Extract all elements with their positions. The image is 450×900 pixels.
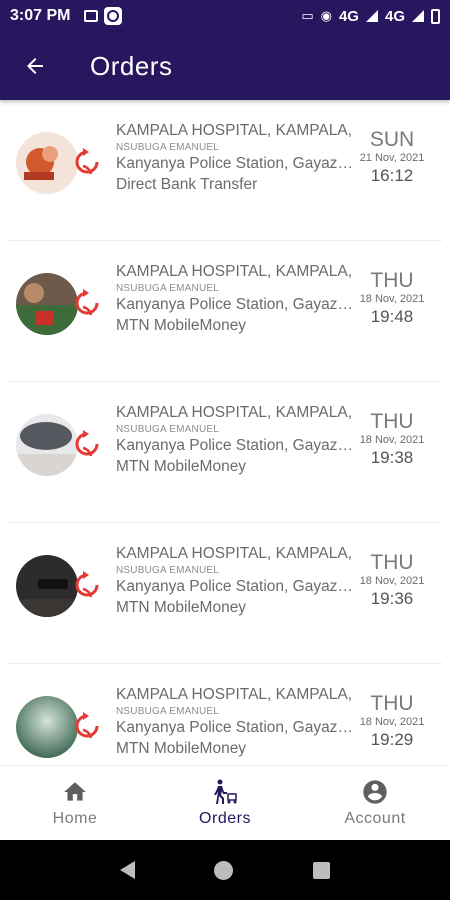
system-navigation-bar <box>0 840 450 900</box>
reorder-icon[interactable] <box>74 289 100 319</box>
order-payment: MTN MobileMoney <box>116 317 247 334</box>
order-datetime: THU 18 Nov, 2021 19:29 <box>352 692 432 750</box>
order-row[interactable]: KAMPALA HOSPITAL, KAMPALA, NSUBUGA EMANU… <box>8 100 442 241</box>
order-customer: NSUBUGA EMANUEL <box>116 565 220 576</box>
order-day: THU <box>370 551 414 574</box>
order-payment: MTN MobileMoney <box>116 458 247 475</box>
nav-home[interactable]: Home <box>0 766 150 840</box>
order-date: 18 Nov, 2021 <box>359 575 425 587</box>
order-date: 18 Nov, 2021 <box>359 434 425 446</box>
order-row[interactable]: KAMPALA HOSPITAL, KAMPALA, NSUBUGA EMANU… <box>8 664 442 765</box>
order-date: 21 Nov, 2021 <box>359 152 425 164</box>
system-back-icon[interactable] <box>119 861 135 879</box>
order-customer: NSUBUGA EMANUEL <box>116 142 220 153</box>
order-row[interactable]: KAMPALA HOSPITAL, KAMPALA, NSUBUGA EMANU… <box>8 241 442 382</box>
network-type-2: 4G <box>384 7 405 25</box>
delivery-person-icon <box>214 779 237 804</box>
nav-account[interactable]: Account <box>300 766 450 840</box>
order-destination: KAMPALA HOSPITAL, KAMPALA, <box>116 545 353 562</box>
order-time: 19:48 <box>370 307 414 326</box>
hotspot-icon: ◉ <box>320 8 332 23</box>
status-bar: 3:07 PM ▭ ◉ 4G 4G <box>0 0 450 32</box>
back-button[interactable] <box>0 32 70 100</box>
order-photo <box>16 555 78 617</box>
order-pickup: Kanyanya Police Station, Gayaza Road <box>116 578 356 595</box>
order-day: THU <box>370 410 414 433</box>
order-row[interactable]: KAMPALA HOSPITAL, KAMPALA, NSUBUGA EMANU… <box>8 382 442 523</box>
order-customer: NSUBUGA EMANUEL <box>116 706 220 717</box>
gallery-notification-icon <box>84 10 99 22</box>
app-notification-icon <box>104 7 123 25</box>
order-photo <box>16 696 78 758</box>
order-day: THU <box>370 269 414 292</box>
status-time: 3:07 PM <box>10 7 71 24</box>
order-day: THU <box>370 692 414 715</box>
order-destination: KAMPALA HOSPITAL, KAMPALA, <box>116 404 353 421</box>
order-date: 18 Nov, 2021 <box>359 716 425 728</box>
order-destination: KAMPALA HOSPITAL, KAMPALA, <box>116 263 353 280</box>
bottom-navigation: Home Orders Account <box>0 765 450 840</box>
order-photo <box>16 132 78 194</box>
reorder-icon[interactable] <box>74 571 100 601</box>
signal-icon-2 <box>412 10 424 22</box>
order-customer: NSUBUGA EMANUEL <box>116 283 220 294</box>
order-destination: KAMPALA HOSPITAL, KAMPALA, <box>116 122 353 139</box>
nav-orders-label: Orders <box>199 810 251 827</box>
order-pickup: Kanyanya Police Station, Gayaza Road <box>116 296 356 313</box>
nav-account-label: Account <box>344 810 406 827</box>
order-payment: Direct Bank Transfer <box>116 176 258 193</box>
account-circle-icon <box>363 780 387 804</box>
order-time: 16:12 <box>370 166 414 185</box>
order-pickup: Kanyanya Police Station, Gayaza Road <box>116 155 356 172</box>
arrow-back-icon <box>27 58 43 74</box>
orders-list[interactable]: KAMPALA HOSPITAL, KAMPALA, NSUBUGA EMANU… <box>0 100 450 765</box>
order-time: 19:38 <box>370 448 414 467</box>
page-title: Orders <box>90 50 173 81</box>
battery-icon <box>431 8 440 24</box>
order-day: SUN <box>369 128 415 151</box>
reorder-icon[interactable] <box>74 430 100 460</box>
order-destination: KAMPALA HOSPITAL, KAMPALA, <box>116 686 353 703</box>
cast-icon: ▭ <box>301 8 314 23</box>
system-home-icon[interactable] <box>214 860 234 880</box>
order-datetime: THU 18 Nov, 2021 19:36 <box>352 551 432 609</box>
order-customer: NSUBUGA EMANUEL <box>116 424 220 435</box>
order-payment: MTN MobileMoney <box>116 740 247 757</box>
order-date: 18 Nov, 2021 <box>359 293 425 305</box>
order-pickup: Kanyanya Police Station, Gayaza Road <box>116 437 356 454</box>
signal-icon-1 <box>365 10 378 22</box>
home-icon <box>64 782 86 801</box>
order-datetime: THU 18 Nov, 2021 19:48 <box>352 269 432 327</box>
order-photo <box>16 273 78 335</box>
nav-orders[interactable]: Orders <box>150 766 300 840</box>
reorder-icon[interactable] <box>74 712 100 742</box>
order-pickup: Kanyanya Police Station, Gayaza Road <box>116 719 356 736</box>
system-recents-icon[interactable] <box>313 861 331 879</box>
app-bar: Orders <box>0 32 450 100</box>
order-time: 19:29 <box>370 730 414 749</box>
nav-home-label: Home <box>52 810 98 827</box>
order-datetime: THU 18 Nov, 2021 19:38 <box>352 410 432 468</box>
order-payment: MTN MobileMoney <box>116 599 247 616</box>
order-datetime: SUN 21 Nov, 2021 16:12 <box>352 128 432 186</box>
order-time: 19:36 <box>370 589 414 608</box>
reorder-icon[interactable] <box>74 148 100 178</box>
order-row[interactable]: KAMPALA HOSPITAL, KAMPALA, NSUBUGA EMANU… <box>8 523 442 664</box>
network-type-1: 4G <box>338 7 359 25</box>
order-photo <box>16 414 78 476</box>
